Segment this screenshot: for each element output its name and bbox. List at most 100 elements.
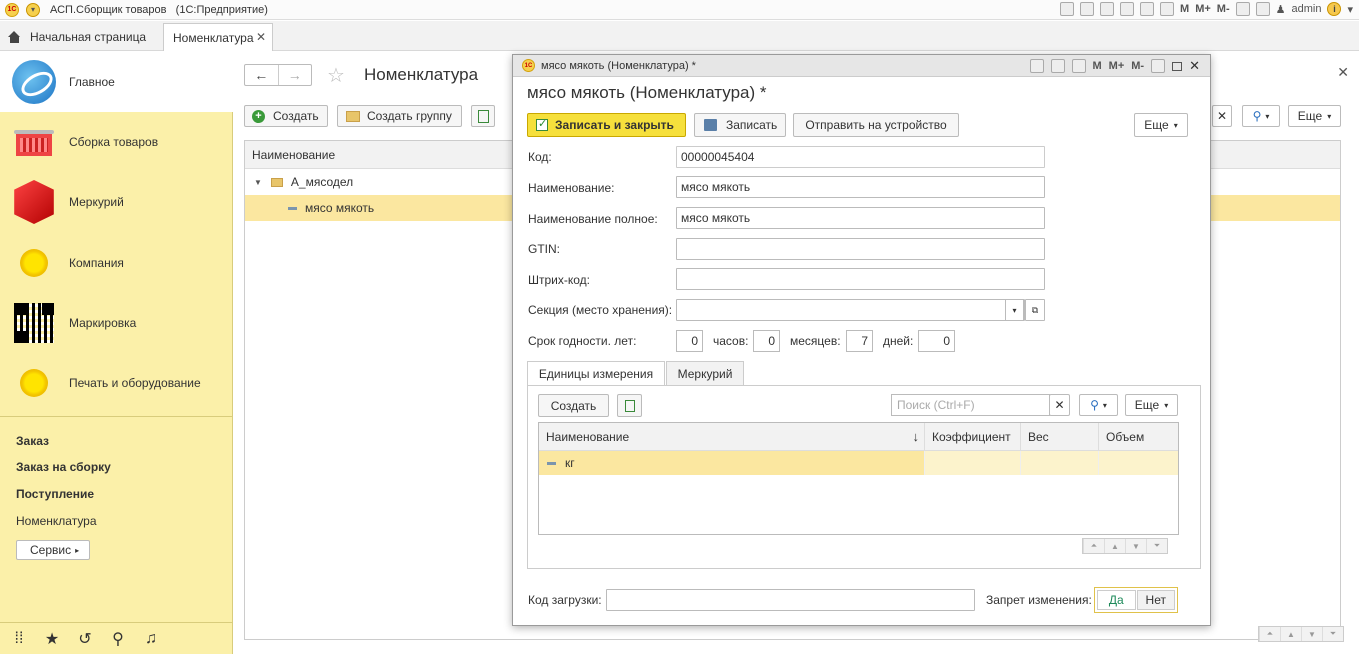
- calculator-icon[interactable]: [1050, 59, 1065, 73]
- forward-arrow-icon[interactable]: →: [277, 65, 312, 85]
- days-field[interactable]: 0: [918, 330, 955, 352]
- main-menu-button[interactable]: ▾: [26, 2, 40, 17]
- search-button[interactable]: ⚲ ▾: [1242, 105, 1280, 127]
- tab-home[interactable]: Начальная страница: [8, 23, 146, 51]
- zoom-icon[interactable]: [1151, 59, 1166, 73]
- years-field[interactable]: 0: [676, 330, 703, 352]
- table-row[interactable]: кг: [539, 451, 1178, 475]
- memory-minus-button[interactable]: M-: [1217, 3, 1230, 15]
- section-assembly[interactable]: Сборка товаров: [0, 112, 233, 172]
- close-icon[interactable]: ✕: [1189, 58, 1200, 74]
- calendar-icon[interactable]: [1071, 59, 1086, 73]
- tab-nomenclature[interactable]: Номенклатура ✕: [163, 23, 273, 51]
- tab-mercury[interactable]: Меркурий: [666, 361, 744, 386]
- section-dropdown-button[interactable]: ▾: [1005, 299, 1024, 321]
- back-arrow-icon[interactable]: ←: [245, 65, 278, 85]
- months-field[interactable]: 7: [846, 330, 873, 352]
- zoom-icon[interactable]: [1235, 2, 1250, 16]
- search-icon[interactable]: ⚲: [109, 630, 127, 648]
- print-icon[interactable]: [1029, 59, 1044, 73]
- save-and-close-button[interactable]: Записать и закрыть: [527, 113, 686, 137]
- memory-plus-button[interactable]: M+: [1195, 3, 1211, 15]
- close-tab-icon[interactable]: ✕: [256, 30, 266, 44]
- bell-icon[interactable]: ♫: [142, 630, 160, 648]
- gtin-field[interactable]: [676, 238, 1045, 260]
- star-icon[interactable]: ★: [43, 630, 61, 648]
- lock-yes-button[interactable]: Да: [1097, 590, 1136, 610]
- create-group-button[interactable]: Создать группу: [337, 105, 462, 127]
- column-header-volume[interactable]: Объем: [1099, 423, 1178, 450]
- hours-field[interactable]: 0: [753, 330, 780, 352]
- first-row-icon[interactable]: ⏶: [1083, 539, 1104, 553]
- last-row-icon[interactable]: ⏷: [1322, 627, 1343, 641]
- memory-minus-button[interactable]: M-: [1131, 60, 1144, 72]
- item-icon: [288, 206, 297, 210]
- nav-link-receipt[interactable]: Поступление: [16, 487, 94, 501]
- nav-link-order[interactable]: Заказ: [16, 434, 49, 448]
- unit-coef-cell[interactable]: [925, 451, 1021, 475]
- column-header-coef[interactable]: Коэффициент: [925, 423, 1021, 450]
- first-row-icon[interactable]: ⏶: [1259, 627, 1280, 641]
- clear-search-button[interactable]: ✕: [1212, 105, 1232, 127]
- maximize-icon[interactable]: [1172, 61, 1183, 71]
- code-field[interactable]: 00000045404: [676, 146, 1045, 168]
- memory-button[interactable]: M: [1180, 3, 1189, 15]
- unit-volume-cell[interactable]: [1099, 451, 1178, 475]
- more-button[interactable]: Еще ▾: [1288, 105, 1341, 127]
- dialog-more-button[interactable]: Еще ▾: [1134, 113, 1188, 137]
- section-main[interactable]: Главное: [0, 52, 233, 112]
- down-icon[interactable]: ▼: [1301, 627, 1322, 641]
- column-header-name[interactable]: Наименование: [252, 148, 335, 162]
- section-field[interactable]: [676, 299, 1025, 321]
- down-icon[interactable]: ▼: [1125, 539, 1146, 553]
- units-create-button[interactable]: Создать: [538, 394, 609, 417]
- window-menu-icon[interactable]: ▾: [1347, 3, 1353, 16]
- section-marking[interactable]: Маркировка: [0, 293, 233, 353]
- clear-search-button[interactable]: ✕: [1049, 394, 1070, 416]
- create-button[interactable]: + Создать: [244, 105, 328, 127]
- copy-button[interactable]: [471, 105, 495, 127]
- print-icon[interactable]: [1080, 2, 1095, 16]
- upload-icon[interactable]: [1100, 2, 1115, 16]
- name-field[interactable]: мясо мякоть: [676, 176, 1045, 198]
- info-icon[interactable]: i: [1327, 2, 1342, 16]
- collapse-triangle-icon[interactable]: ▼: [254, 178, 262, 187]
- service-button[interactable]: Сервис ▸: [16, 540, 90, 560]
- calendar-icon[interactable]: [1160, 2, 1175, 16]
- units-search-input[interactable]: Поиск (Ctrl+F): [891, 394, 1050, 416]
- memory-button[interactable]: M: [1093, 60, 1102, 72]
- save-icon[interactable]: [1060, 2, 1075, 16]
- section-open-button[interactable]: ⧉: [1025, 299, 1045, 321]
- send-to-device-button[interactable]: Отправить на устройство: [793, 113, 959, 137]
- column-header-weight[interactable]: Вес: [1021, 423, 1099, 450]
- close-icon[interactable]: ✕: [1337, 64, 1349, 81]
- units-copy-button[interactable]: [617, 394, 642, 417]
- units-search-button[interactable]: ⚲ ▾: [1079, 394, 1118, 416]
- unit-name-cell[interactable]: кг: [539, 451, 925, 475]
- user-name[interactable]: admin: [1292, 3, 1322, 15]
- section-mercury[interactable]: Меркурий: [0, 172, 233, 232]
- printer-icon[interactable]: [1120, 2, 1135, 16]
- lock-no-button[interactable]: Нет: [1136, 590, 1175, 610]
- up-icon[interactable]: ▲: [1104, 539, 1125, 553]
- grid-icon[interactable]: ⁞⁞: [10, 630, 28, 648]
- column-header-name[interactable]: Наименование ↓: [539, 423, 925, 450]
- up-icon[interactable]: ▲: [1280, 627, 1301, 641]
- save-button[interactable]: Записать: [694, 113, 786, 137]
- favorite-star-icon[interactable]: ☆: [327, 63, 345, 88]
- tab-units[interactable]: Единицы измерения: [527, 361, 665, 386]
- nav-link-assembly-order[interactable]: Заказ на сборку: [16, 460, 111, 474]
- fullname-field[interactable]: мясо мякоть: [676, 207, 1045, 229]
- section-print-equipment[interactable]: Печать и оборудование: [0, 353, 233, 413]
- barcode-field[interactable]: [676, 268, 1045, 290]
- calculator-icon[interactable]: [1140, 2, 1155, 16]
- panels-icon[interactable]: [1255, 2, 1270, 16]
- units-more-button[interactable]: Еще ▾: [1125, 394, 1178, 416]
- unit-weight-cell[interactable]: [1021, 451, 1099, 475]
- history-icon[interactable]: ↺: [76, 630, 94, 648]
- nav-link-nomenclature[interactable]: Номенклатура: [16, 514, 97, 528]
- load-code-field[interactable]: [606, 589, 975, 611]
- memory-plus-button[interactable]: M+: [1109, 60, 1125, 72]
- section-company[interactable]: Компания: [0, 233, 233, 293]
- last-row-icon[interactable]: ⏷: [1146, 539, 1167, 553]
